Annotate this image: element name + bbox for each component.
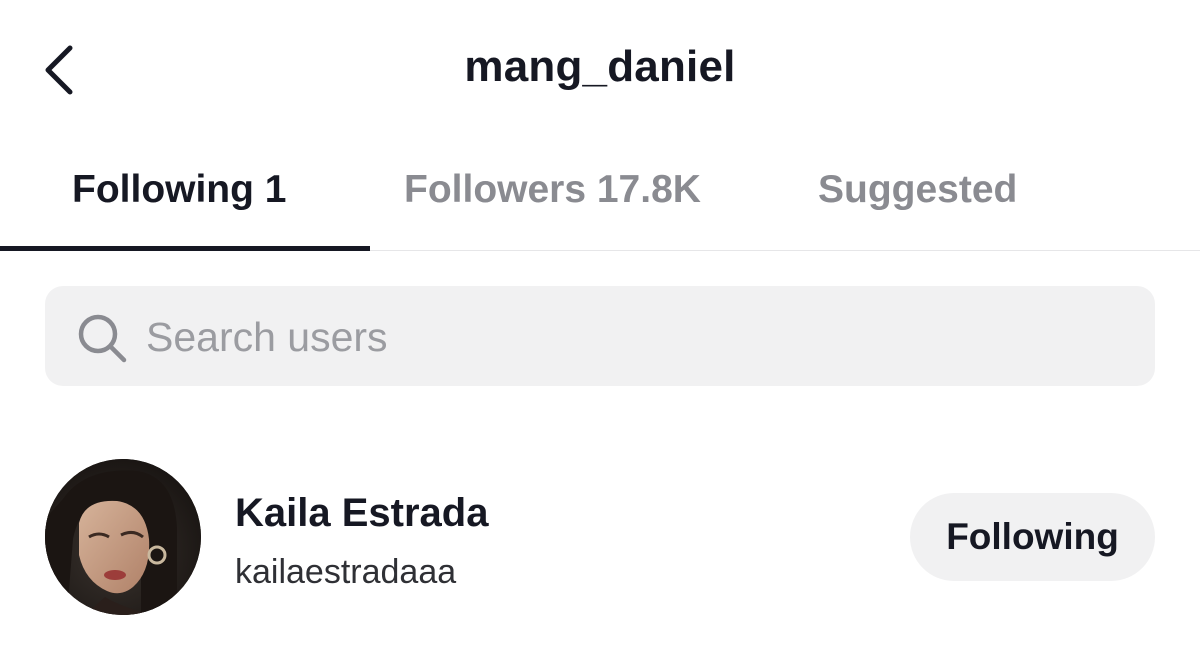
avatar-image [45,459,201,615]
following-button[interactable]: Following [910,493,1155,581]
tab-bar: Following 1 Followers 17.8K Suggested [0,140,1200,252]
search-input[interactable] [146,306,1126,368]
avatar[interactable] [45,459,201,615]
tab-followers[interactable]: Followers 17.8K [404,168,701,212]
tab-following[interactable]: Following 1 [72,168,286,212]
tab-suggested[interactable]: Suggested [818,168,1017,212]
user-handle: kailaestradaaa [235,553,457,591]
search-icon [78,314,127,363]
top-bar: mang_daniel [0,0,1200,140]
active-tab-indicator [0,246,370,251]
page-title: mang_daniel [464,42,736,91]
list-item[interactable]: Kaila Estrada kailaestradaaa Following [0,445,1200,635]
user-display-name: Kaila Estrada [235,491,489,535]
